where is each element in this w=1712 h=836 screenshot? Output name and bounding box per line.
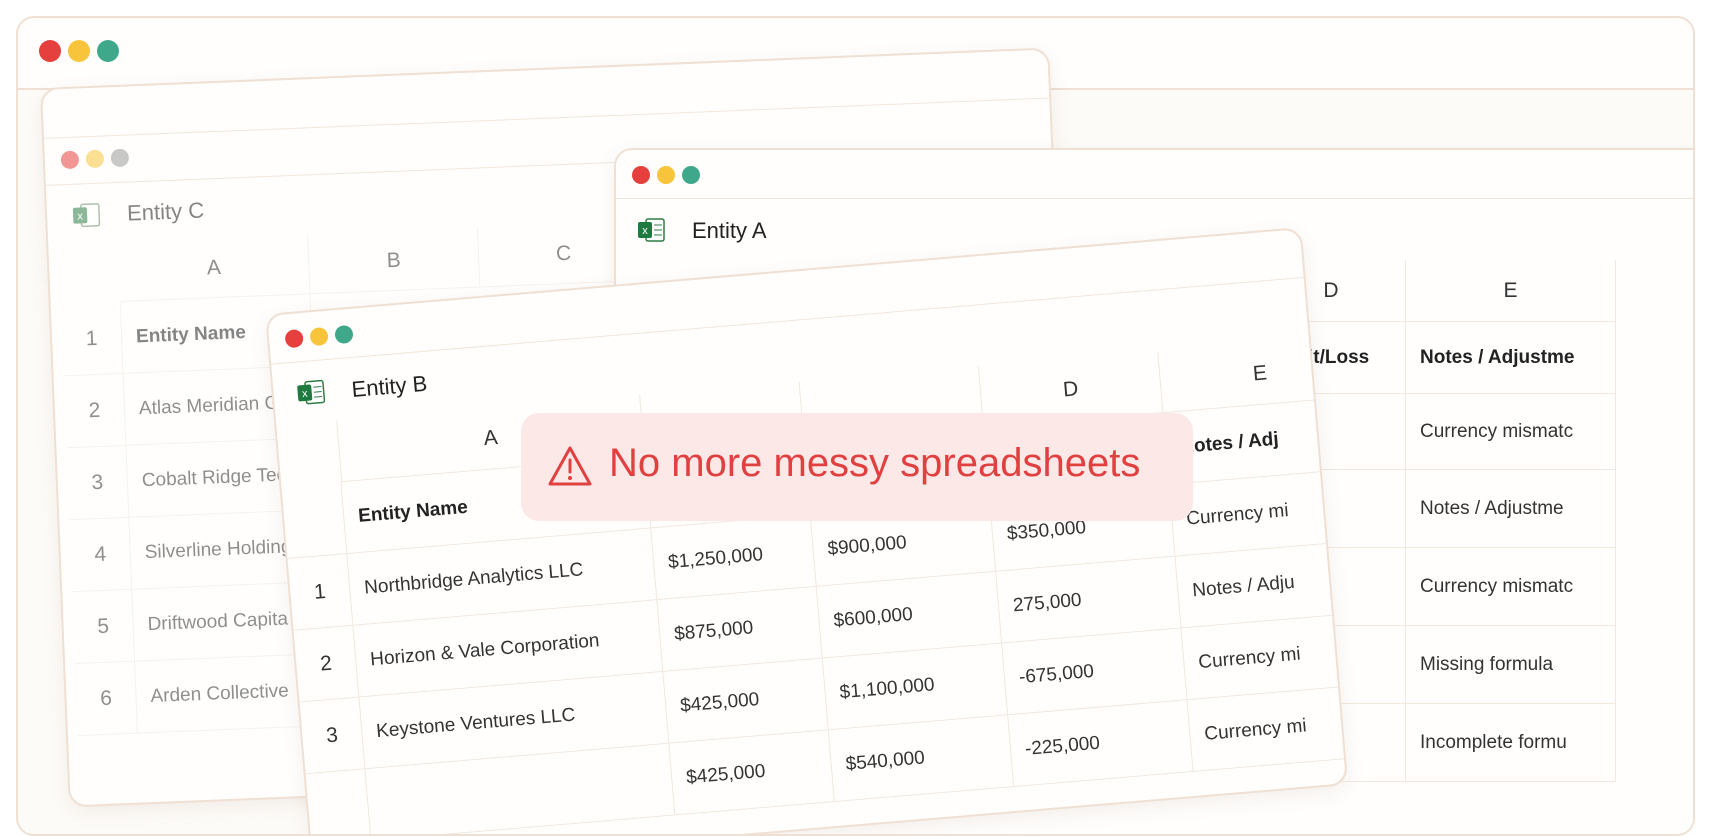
excel-icon: x <box>72 203 101 228</box>
row-number[interactable]: 2 <box>63 373 127 449</box>
notes-cell[interactable]: Notes / Adjustme <box>1406 470 1616 548</box>
profit-loss-cell[interactable]: -225,000 <box>1008 700 1194 787</box>
excel-icon: x <box>638 218 665 242</box>
window-title: Entity B <box>350 370 429 402</box>
svg-text:x: x <box>642 225 648 237</box>
row-number[interactable] <box>281 482 348 559</box>
notes-cell[interactable]: Currency mismatc <box>1406 394 1616 470</box>
notes-cell[interactable]: Missing formula <box>1406 626 1616 704</box>
minimize-dot[interactable] <box>68 40 90 62</box>
row-number[interactable]: 1 <box>287 553 354 631</box>
column-header-e[interactable]: E <box>1406 260 1616 322</box>
entity-b-window: x Entity B A D E Entity Name oss Notes /… <box>265 226 1349 834</box>
notes-cell[interactable]: Incomplete formu <box>1406 704 1616 782</box>
close-dot[interactable] <box>632 166 650 184</box>
banner-text: No more messy spreadsheets <box>609 441 1141 485</box>
minimize-dot[interactable] <box>309 326 329 347</box>
window-title: Entity A <box>692 218 767 243</box>
revenue-cell[interactable]: $425,000 <box>663 658 829 744</box>
column-header-b[interactable]: B <box>308 227 481 295</box>
column-header-a[interactable]: A <box>118 234 311 302</box>
excel-icon: x <box>297 379 326 405</box>
maximize-dot[interactable] <box>682 166 700 184</box>
close-dot[interactable] <box>39 40 61 62</box>
row-number[interactable]: 5 <box>72 589 136 665</box>
row-number[interactable]: 6 <box>75 661 138 736</box>
svg-text:x: x <box>77 210 83 222</box>
close-dot[interactable] <box>60 150 80 170</box>
row-number[interactable]: 2 <box>293 625 360 703</box>
minimize-dot[interactable] <box>85 149 105 169</box>
warning-triangle-icon <box>548 446 592 486</box>
row-number[interactable]: 3 <box>299 697 366 775</box>
warning-banner: No more messy spreadsheets <box>521 413 1193 521</box>
maximize-dot[interactable] <box>110 148 130 168</box>
revenue-cell[interactable]: $875,000 <box>657 586 823 672</box>
maximize-dot[interactable] <box>334 324 354 345</box>
row-number[interactable]: 1 <box>60 301 124 377</box>
minimize-dot[interactable] <box>657 166 675 184</box>
row-number[interactable]: 4 <box>69 517 133 593</box>
expense-cell[interactable]: $540,000 <box>828 715 1015 803</box>
entity-a-title-bar <box>616 150 1693 199</box>
close-dot[interactable] <box>284 328 304 349</box>
window-title: Entity C <box>126 197 205 226</box>
notes-header[interactable]: Notes / Adjustme <box>1406 322 1616 394</box>
notes-cell[interactable]: Currency mismatc <box>1406 548 1616 626</box>
maximize-dot[interactable] <box>97 40 119 62</box>
revenue-cell[interactable]: $1,250,000 <box>651 515 817 601</box>
row-number[interactable] <box>305 769 372 834</box>
row-number[interactable]: 3 <box>66 445 130 521</box>
revenue-cell[interactable]: $425,000 <box>669 730 835 816</box>
